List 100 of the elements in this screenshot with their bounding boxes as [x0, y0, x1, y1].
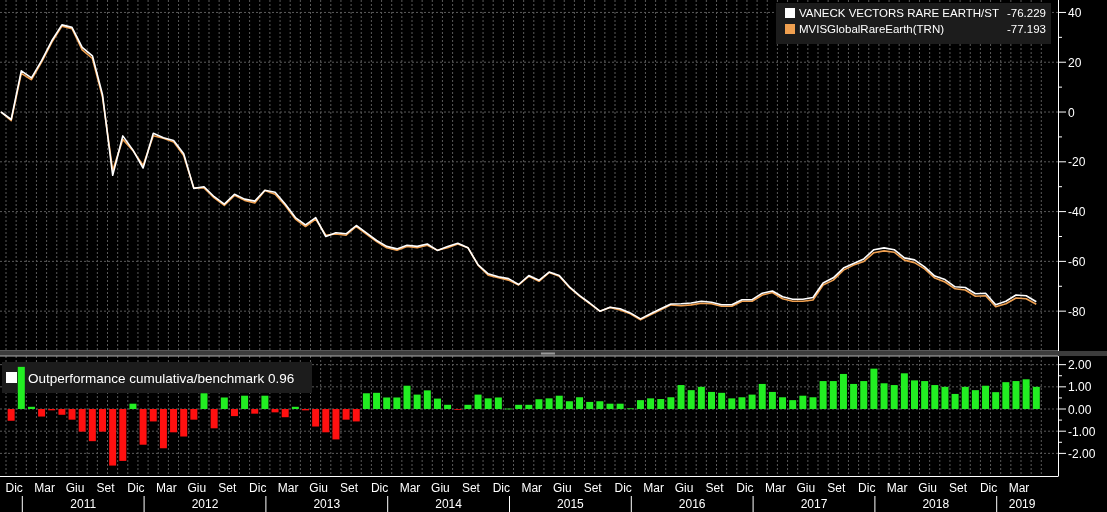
bar — [210, 409, 218, 429]
bar — [17, 366, 25, 409]
bar — [291, 406, 299, 409]
axis-label: -1.00 — [1068, 424, 1096, 439]
bar — [190, 409, 198, 420]
axis-label: Giu — [309, 481, 328, 495]
legend-value: -77.193 — [1007, 23, 1046, 35]
axis-label: Mar — [399, 481, 421, 495]
bar — [576, 397, 584, 409]
axis-label: Mar — [521, 481, 543, 495]
bar — [281, 409, 289, 418]
bar — [413, 394, 421, 409]
axis-label: Mar — [156, 481, 177, 495]
bar — [1022, 379, 1030, 409]
axis-label: Set — [949, 481, 968, 495]
bar — [931, 385, 939, 409]
bar — [271, 409, 279, 413]
bar — [911, 380, 918, 409]
bar — [119, 409, 127, 461]
bar — [961, 386, 969, 409]
bar — [484, 398, 492, 409]
bar — [474, 394, 482, 409]
bar — [1002, 382, 1010, 409]
axis-label: 2016 — [678, 497, 706, 511]
axis-label: Giu — [187, 481, 207, 495]
bar — [860, 381, 868, 409]
bar — [616, 403, 624, 409]
bar — [515, 404, 523, 409]
bar — [109, 409, 117, 466]
axis-label: Giu — [65, 481, 85, 495]
axis-label: 2.00 — [1068, 358, 1092, 373]
bar — [170, 409, 178, 433]
axis-label: Dic — [370, 481, 389, 495]
axis-label: 2014 — [435, 497, 462, 511]
bar — [779, 397, 787, 409]
bar — [58, 409, 66, 415]
bar — [647, 398, 655, 409]
bar — [200, 393, 208, 409]
bar — [880, 383, 888, 409]
axis-label: 0 — [1068, 105, 1075, 120]
axis-label: -20 — [1068, 155, 1086, 170]
axis-label: -60 — [1068, 254, 1086, 269]
bar — [180, 409, 188, 437]
bar — [342, 409, 350, 420]
axis-label: 2015 — [557, 497, 584, 511]
bar — [789, 400, 797, 409]
bar — [890, 385, 898, 409]
axis-label: Dic — [127, 481, 145, 495]
bar — [606, 403, 614, 409]
bar — [525, 404, 533, 409]
bar — [586, 401, 594, 409]
axis-label: Dic — [5, 481, 23, 495]
axis-label: Giu — [431, 481, 450, 495]
bar — [829, 381, 837, 409]
axis-label: 2011 — [70, 497, 97, 511]
bar — [433, 398, 441, 409]
bar — [728, 398, 736, 409]
axis-label: 20 — [1068, 55, 1082, 70]
bar — [555, 395, 563, 409]
bar — [423, 390, 431, 409]
bar — [251, 409, 259, 414]
legend-label: MVISGlobalRareEarth(TRN) — [799, 23, 945, 35]
axis-label: Set — [218, 481, 237, 495]
bar — [241, 395, 249, 409]
bar — [149, 409, 157, 422]
bar — [748, 394, 756, 409]
bar — [758, 383, 766, 409]
bar — [809, 397, 817, 409]
axis-label: Dic — [736, 481, 754, 495]
axis-label: Set — [96, 481, 115, 495]
axis-label: Giu — [674, 481, 694, 495]
axis-label: -80 — [1068, 304, 1086, 319]
bar — [667, 397, 675, 409]
axis-label: -2.00 — [1068, 446, 1096, 461]
axis-label: Set — [583, 481, 602, 495]
bar — [565, 401, 573, 409]
bar — [951, 393, 959, 409]
axis-label: 2018 — [922, 497, 950, 511]
bar — [819, 381, 827, 409]
bar — [850, 383, 858, 409]
bar — [99, 409, 106, 432]
bar — [78, 409, 86, 432]
legend-label: Outperformance cumulativa/benchmark 0.96 — [28, 370, 295, 386]
bar — [393, 397, 401, 409]
axis-label: Set — [705, 481, 724, 495]
bar — [403, 385, 411, 409]
splitter-handle[interactable] — [541, 352, 555, 355]
bar — [129, 403, 137, 409]
bar — [68, 409, 76, 420]
axis-label: Mar — [34, 481, 55, 495]
axis-label: Mar — [765, 481, 786, 495]
axis-label: Set — [340, 481, 359, 495]
bar — [982, 385, 990, 409]
bar — [738, 397, 746, 409]
bar — [494, 397, 502, 409]
bar — [1012, 381, 1020, 409]
axis-label: 2013 — [313, 497, 341, 511]
bar — [332, 409, 340, 440]
bar — [261, 395, 269, 409]
bar — [545, 398, 553, 409]
